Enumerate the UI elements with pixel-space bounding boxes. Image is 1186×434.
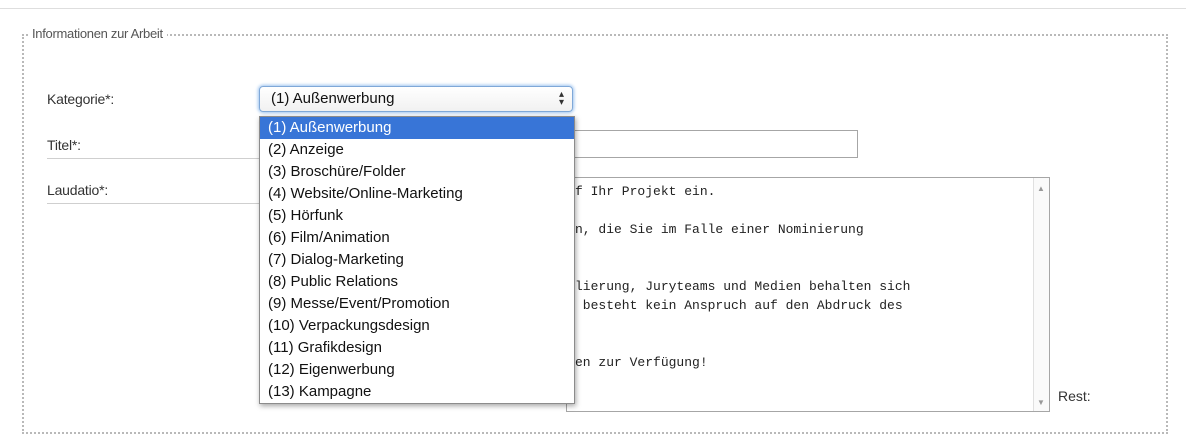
option-film-animation[interactable]: (6) Film/Animation — [260, 227, 574, 249]
laudatio-line: n, die Sie im Falle einer Nominierung — [575, 222, 864, 237]
option-public-relations[interactable]: (8) Public Relations — [260, 271, 574, 293]
scroll-down-arrow-icon[interactable]: ▼ — [1037, 398, 1045, 407]
laudatio-line: besteht kein Anspruch auf den Abdruck de… — [575, 298, 903, 313]
option-kampagne[interactable]: (13) Kampagne — [260, 381, 574, 403]
laudatio-scrollbar[interactable]: ▲ ▼ — [1033, 178, 1049, 411]
laudatio-line: f Ihr Projekt ein. — [575, 184, 716, 199]
option-messe-event-promotion[interactable]: (9) Messe/Event/Promotion — [260, 293, 574, 315]
laudatio-line: lierung, Juryteams und Medien behalten s… — [575, 279, 911, 294]
option-grafikdesign[interactable]: (11) Grafikdesign — [260, 337, 574, 359]
kategorie-label: Kategorie*: — [47, 91, 115, 107]
kategorie-selected-value: (1) Außenwerbung — [271, 90, 395, 107]
option-broschuere-folder[interactable]: (3) Broschüre/Folder — [260, 161, 574, 183]
top-divider — [0, 8, 1186, 9]
rest-label: Rest: — [1058, 388, 1091, 404]
kategorie-select[interactable]: (1) Außenwerbung ▴ ▾ — [259, 86, 573, 112]
titel-label: Titel*: — [47, 137, 81, 153]
scroll-up-arrow-icon[interactable]: ▲ — [1037, 184, 1045, 193]
laudatio-textarea[interactable]: f Ihr Projekt ein. n, die Sie im Falle e… — [566, 177, 1050, 412]
option-eigenwerbung[interactable]: (12) Eigenwerbung — [260, 359, 574, 381]
up-down-arrows-icon: ▴ ▾ — [558, 89, 564, 108]
laudatio-label: Laudatio*: — [47, 182, 109, 198]
option-anzeige[interactable]: (2) Anzeige — [260, 139, 574, 161]
option-website-online-marketing[interactable]: (4) Website/Online-Marketing — [260, 183, 574, 205]
option-dialog-marketing[interactable]: (7) Dialog-Marketing — [260, 249, 574, 271]
option-hoerfunk[interactable]: (5) Hörfunk — [260, 205, 574, 227]
laudatio-line: en zur Verfügung! — [575, 355, 708, 370]
fieldset-legend: Informationen zur Arbeit — [28, 26, 167, 41]
laudatio-underline — [47, 203, 259, 204]
kategorie-dropdown-list[interactable]: (1) Außenwerbung (2) Anzeige (3) Broschü… — [259, 116, 575, 404]
titel-underline — [47, 158, 259, 159]
option-verpackungsdesign[interactable]: (10) Verpackungsdesign — [260, 315, 574, 337]
titel-input[interactable] — [566, 130, 858, 158]
option-aussenwerbung[interactable]: (1) Außenwerbung — [260, 117, 574, 139]
